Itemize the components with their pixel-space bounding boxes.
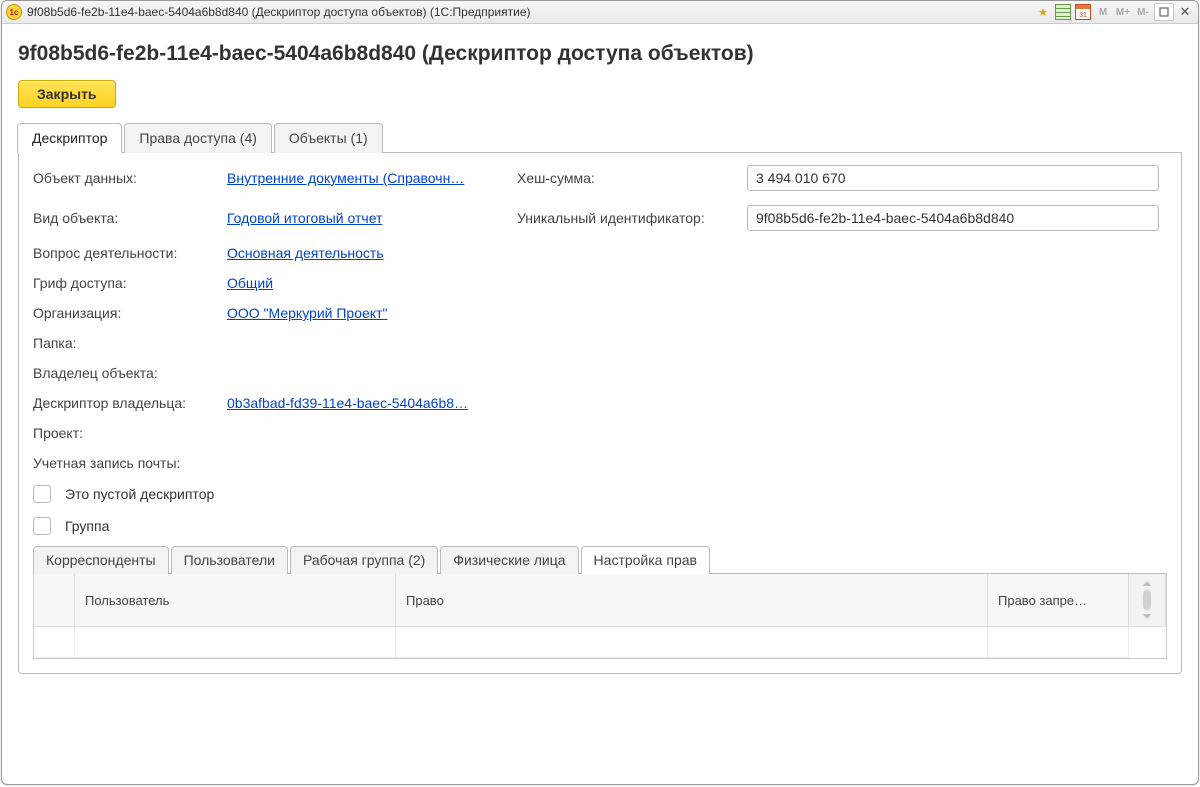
app-icon: 1c xyxy=(6,4,22,20)
label-object-kind: Вид объекта: xyxy=(33,210,217,226)
col-right-denied[interactable]: Право запре… xyxy=(988,574,1129,627)
input-uid[interactable] xyxy=(747,205,1159,231)
memory-m-button[interactable]: M xyxy=(1094,4,1112,20)
page-title: 9f08b5d6-fe2b-11e4-baec-5404a6b8d840 (Де… xyxy=(18,42,1182,66)
table-row[interactable] xyxy=(34,627,1166,658)
calculator-icon[interactable] xyxy=(1054,4,1072,20)
label-group: Группа xyxy=(65,518,109,534)
close-button[interactable]: ✕ xyxy=(1176,4,1194,20)
tab-persons[interactable]: Физические лица xyxy=(440,546,578,574)
tab-workgroup[interactable]: Рабочая группа (2) xyxy=(290,546,438,574)
link-owner-descriptor[interactable]: 0b3afbad-fd39-11e4-baec-5404a6b8… xyxy=(227,395,1167,411)
main-tabs: Дескриптор Права доступа (4) Объекты (1) xyxy=(17,122,1182,153)
tab-panel-descriptor: Объект данных: Внутренние документы (Спр… xyxy=(18,153,1182,674)
checkbox-group[interactable] xyxy=(33,517,51,535)
label-owner-descriptor: Дескриптор владельца: xyxy=(33,395,217,411)
tab-objects[interactable]: Объекты (1) xyxy=(274,123,383,153)
close-form-button[interactable]: Закрыть xyxy=(18,80,116,108)
label-activity: Вопрос деятельности: xyxy=(33,245,217,261)
scroll-thumb[interactable] xyxy=(1143,590,1151,610)
label-owner: Владелец объекта: xyxy=(33,365,1167,381)
label-mail-account: Учетная запись почты: xyxy=(33,455,1167,471)
tab-rights-setup[interactable]: Настройка прав xyxy=(581,546,710,574)
input-hash[interactable] xyxy=(747,165,1159,191)
tab-correspondents[interactable]: Корреспонденты xyxy=(33,546,169,574)
checkbox-empty-descriptor[interactable] xyxy=(33,485,51,503)
link-access-stamp[interactable]: Общий xyxy=(227,275,1167,291)
tab-descriptor[interactable]: Дескриптор xyxy=(17,123,122,153)
maximize-icon xyxy=(1159,7,1169,17)
table-scrollbar[interactable] xyxy=(1129,574,1166,627)
label-data-object: Объект данных: xyxy=(33,170,217,186)
inner-tabs: Корреспонденты Пользователи Рабочая груп… xyxy=(33,545,1167,574)
close-icon: ✕ xyxy=(1180,4,1191,20)
scroll-down-icon xyxy=(1143,614,1151,619)
window-title: 9f08b5d6-fe2b-11e4-baec-5404a6b8d840 (Де… xyxy=(27,5,530,19)
label-folder: Папка: xyxy=(33,335,1167,351)
favorites-star-icon[interactable]: ★ xyxy=(1034,4,1052,20)
label-empty-descriptor: Это пустой дескриптор xyxy=(65,486,214,502)
tab-access-rights[interactable]: Права доступа (4) xyxy=(124,123,271,153)
label-project: Проект: xyxy=(33,425,1167,441)
maximize-button[interactable] xyxy=(1154,3,1174,21)
calendar-icon[interactable]: 31 xyxy=(1074,4,1092,20)
tab-users[interactable]: Пользователи xyxy=(171,546,288,574)
col-marker xyxy=(34,574,75,627)
scroll-up-icon xyxy=(1143,581,1151,586)
memory-mplus-button[interactable]: M+ xyxy=(1114,4,1132,20)
label-organization: Организация: xyxy=(33,305,217,321)
link-data-object[interactable]: Внутренние документы (Справочн… xyxy=(227,170,507,186)
label-access-stamp: Гриф доступа: xyxy=(33,275,217,291)
link-activity[interactable]: Основная деятельность xyxy=(227,245,1167,261)
memory-mminus-button[interactable]: M- xyxy=(1134,4,1152,20)
col-user[interactable]: Пользователь xyxy=(75,574,396,627)
link-organization[interactable]: ООО "Меркурий Проект" xyxy=(227,305,1167,321)
titlebar: 1c 9f08b5d6-fe2b-11e4-baec-5404a6b8d840 … xyxy=(2,1,1198,24)
label-hash: Хеш-сумма: xyxy=(517,170,737,186)
col-right[interactable]: Право xyxy=(396,574,988,627)
label-uid: Уникальный идентификатор: xyxy=(517,210,737,226)
rights-table: Пользователь Право Право запре… xyxy=(33,574,1167,659)
link-object-kind[interactable]: Годовой итоговый отчет xyxy=(227,210,507,226)
